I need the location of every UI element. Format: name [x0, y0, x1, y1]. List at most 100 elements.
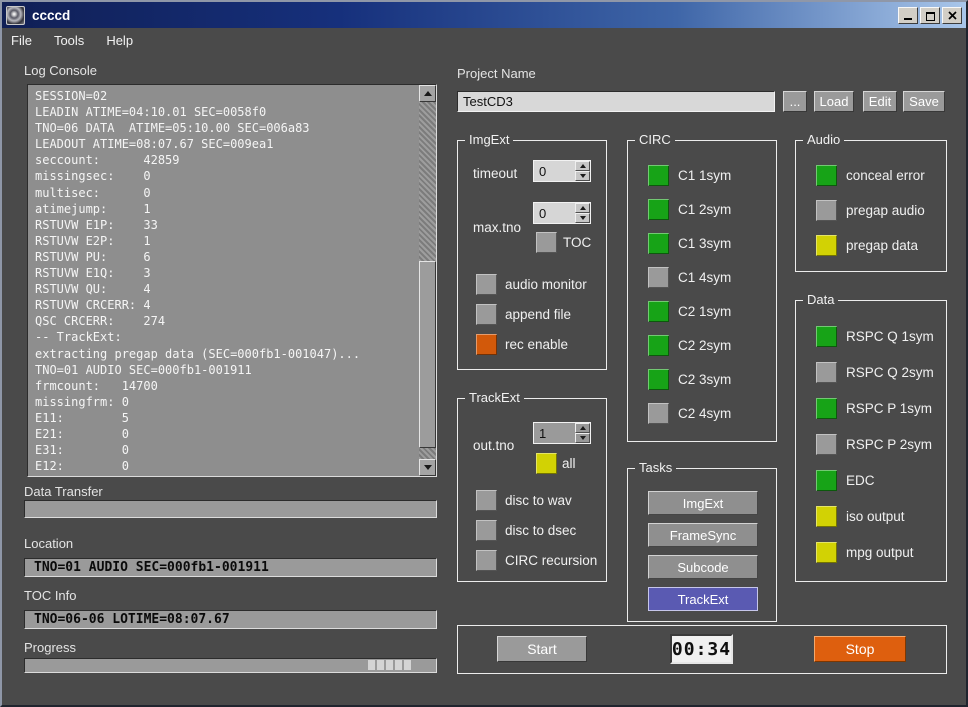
tasks-group-title: Tasks: [635, 460, 677, 475]
c2-4sym-indicator[interactable]: [648, 403, 669, 424]
data-group: Data RSPC Q 1sym RSPC Q 2sym RSPC P 1sym…: [795, 292, 947, 582]
load-button[interactable]: Load: [814, 91, 854, 112]
c2-4sym-label: C2 4sym: [678, 406, 732, 421]
disc-to-dsec-checkbox[interactable]: [476, 520, 497, 541]
max-tno-spin-down-button[interactable]: [575, 213, 590, 223]
scroll-up-button[interactable]: [419, 85, 436, 102]
out-tno-spin-up-button[interactable]: [575, 423, 590, 433]
app-icon: [6, 5, 25, 25]
timeout-spin-down-button[interactable]: [575, 171, 590, 181]
c2-1sym-indicator[interactable]: [648, 301, 669, 322]
edc-label: EDC: [846, 473, 875, 488]
log-scrollbar: [419, 85, 436, 476]
start-button[interactable]: Start: [497, 636, 587, 662]
task-subcode-button[interactable]: Subcode: [648, 555, 758, 579]
rec-enable-label: rec enable: [505, 337, 569, 352]
disc-to-wav-checkbox[interactable]: [476, 490, 497, 511]
pregap-audio-label: pregap audio: [846, 203, 925, 218]
scrollbar-thumb[interactable]: [419, 261, 436, 448]
c1-2sym-indicator[interactable]: [648, 199, 669, 220]
rspc-p-1sym-indicator[interactable]: [816, 398, 837, 419]
c1-3sym-indicator[interactable]: [648, 233, 669, 254]
pregap-data-indicator[interactable]: [816, 235, 837, 256]
c1-1sym-indicator[interactable]: [648, 165, 669, 186]
arrow-down-icon: [423, 465, 432, 470]
progress-segment: [404, 660, 411, 670]
c1-4sym-indicator[interactable]: [648, 267, 669, 288]
stop-button[interactable]: Stop: [814, 636, 906, 662]
minimize-button[interactable]: [898, 6, 918, 24]
all-checkbox[interactable]: [536, 453, 557, 474]
task-trackext-button[interactable]: TrackExt: [648, 587, 758, 611]
append-file-label: append file: [505, 307, 572, 322]
max-tno-spinner[interactable]: 0: [533, 202, 591, 224]
max-tno-spin-up-button[interactable]: [575, 203, 590, 213]
imgext-group-title: ImgExt: [465, 132, 514, 147]
c2-3sym-indicator[interactable]: [648, 369, 669, 390]
edc-indicator[interactable]: [816, 470, 837, 491]
conceal-error-label: conceal error: [846, 168, 925, 183]
progress-bar: [24, 658, 437, 673]
task-imgext-button[interactable]: ImgExt: [648, 491, 758, 515]
rspc-q-2sym-indicator[interactable]: [816, 362, 837, 383]
rspc-q-1sym-indicator[interactable]: [816, 326, 837, 347]
out-tno-spinner[interactable]: 1: [533, 422, 591, 444]
c1-4sym-label: C1 4sym: [678, 270, 732, 285]
data-group-title: Data: [803, 292, 839, 307]
menu-file[interactable]: File: [2, 30, 43, 51]
c2-3sym-label: C2 3sym: [678, 372, 732, 387]
timeout-spin-up-button[interactable]: [575, 161, 590, 171]
edit-button[interactable]: Edit: [863, 91, 897, 112]
pregap-audio-indicator[interactable]: [816, 200, 837, 221]
disc-to-dsec-label: disc to dsec: [505, 523, 577, 538]
save-button[interactable]: Save: [903, 91, 945, 112]
task-framesync-button[interactable]: FrameSync: [648, 523, 758, 547]
toc-info-label: TOC Info: [24, 588, 77, 603]
rspc-q-1sym-label: RSPC Q 1sym: [846, 329, 934, 344]
timeout-spinner[interactable]: 0: [533, 160, 591, 182]
disc-to-wav-label: disc to wav: [505, 493, 572, 508]
circ-group: CIRC C1 1sym C1 2sym C1 3sym C1 4sym C2 …: [627, 132, 777, 442]
menu-tools[interactable]: Tools: [43, 30, 95, 51]
window-title: ccccd: [32, 7, 71, 23]
rec-enable-checkbox[interactable]: [476, 334, 497, 355]
close-button[interactable]: [942, 6, 962, 24]
arrow-down-icon: [579, 174, 586, 178]
maximize-button[interactable]: [920, 6, 940, 24]
project-name-label: Project Name: [457, 66, 536, 81]
location-label: Location: [24, 536, 74, 551]
rspc-p-2sym-indicator[interactable]: [816, 434, 837, 455]
max-tno-label: max.tno: [473, 220, 522, 235]
audio-monitor-checkbox[interactable]: [476, 274, 497, 295]
menu-bar: File Tools Help: [2, 28, 966, 52]
c2-2sym-indicator[interactable]: [648, 335, 669, 356]
log-console: SESSION=02 LEADIN ATIME=04:10.01 SEC=005…: [27, 84, 437, 477]
arrow-up-icon: [579, 426, 586, 430]
iso-output-label: iso output: [846, 509, 905, 524]
append-file-checkbox[interactable]: [476, 304, 497, 325]
toc-checkbox[interactable]: [536, 232, 557, 253]
log-console-label: Log Console: [24, 63, 97, 78]
arrow-up-icon: [579, 164, 586, 168]
menu-help[interactable]: Help: [95, 30, 144, 51]
mpg-output-indicator[interactable]: [816, 542, 837, 563]
out-tno-spin-down-button[interactable]: [575, 433, 590, 443]
c1-1sym-label: C1 1sym: [678, 168, 732, 183]
location-field: TNO=01 AUDIO SEC=000fb1-001911: [24, 558, 437, 577]
conceal-error-indicator[interactable]: [816, 165, 837, 186]
trackext-group: TrackExt out.tno 1 all disc to wav disc …: [457, 390, 607, 582]
timeout-label: timeout: [473, 166, 518, 181]
all-checkbox-label: all: [562, 456, 576, 471]
audio-group-title: Audio: [803, 132, 845, 147]
circ-recursion-label: CIRC recursion: [505, 553, 598, 568]
browse-button[interactable]: ...: [783, 91, 807, 112]
arrow-down-icon: [579, 436, 586, 440]
project-name-input[interactable]: [457, 91, 775, 112]
mpg-output-label: mpg output: [846, 545, 914, 560]
close-icon: [947, 10, 957, 20]
circ-recursion-checkbox[interactable]: [476, 550, 497, 571]
c2-1sym-label: C2 1sym: [678, 304, 732, 319]
iso-output-indicator[interactable]: [816, 506, 837, 527]
scroll-down-button[interactable]: [419, 459, 436, 476]
toc-info-field: TNO=06-06 LOTIME=08:07.67: [24, 610, 437, 629]
